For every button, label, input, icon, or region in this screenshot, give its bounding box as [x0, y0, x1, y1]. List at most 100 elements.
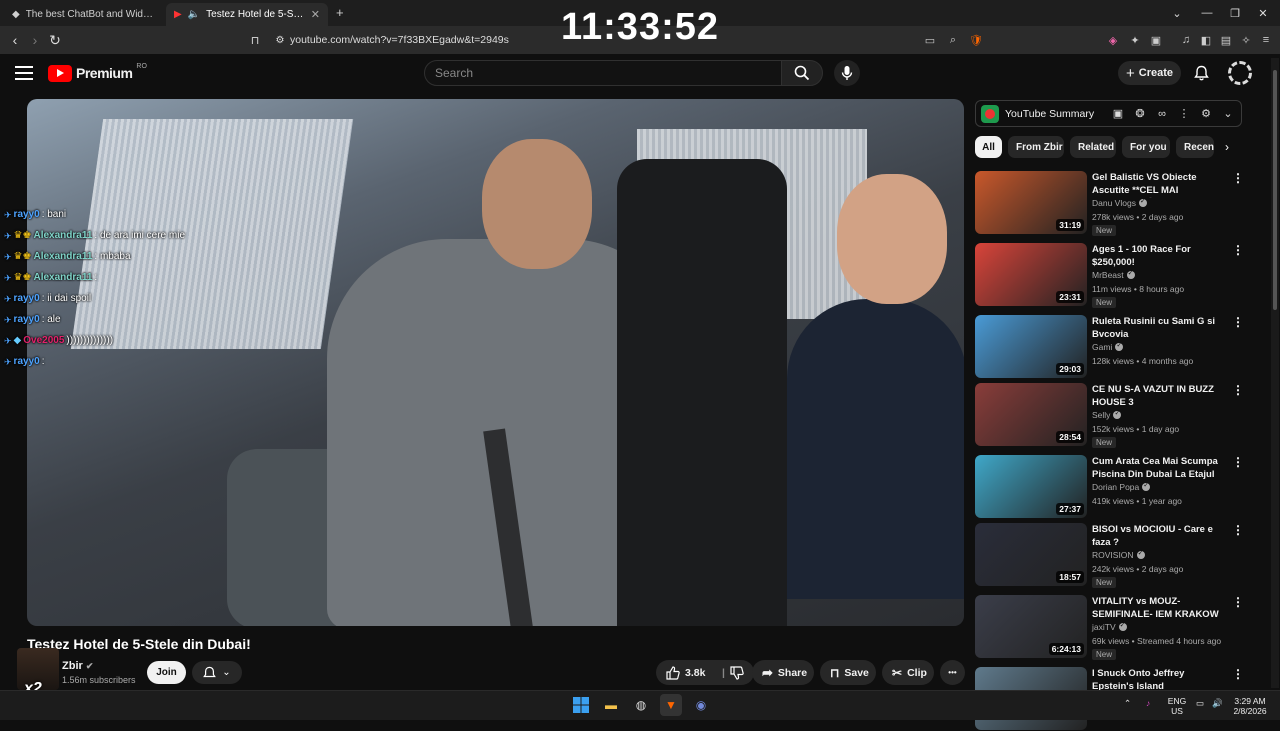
- video-thumbnail[interactable]: 18:57: [975, 523, 1087, 586]
- recommendation-title[interactable]: Cum Arata Cea Mai Scumpa Piscina Din Dub…: [1092, 455, 1222, 482]
- maximize-button[interactable]: ❐: [1220, 2, 1250, 24]
- search-input[interactable]: Search: [424, 60, 782, 86]
- recommendation-channel[interactable]: Selly: [1092, 409, 1122, 420]
- recommendation-title[interactable]: Gel Balistic VS Obiecte Ascutite **CEL M…: [1092, 171, 1222, 198]
- wallet-icon[interactable]: ▤: [1218, 32, 1234, 48]
- recommendation-channel[interactable]: Dorian Popa: [1092, 481, 1151, 492]
- chip-recent[interactable]: Recen: [1176, 136, 1214, 158]
- back-icon[interactable]: ‹: [5, 30, 25, 50]
- robot-icon[interactable]: ▣: [1110, 107, 1126, 120]
- channel-name[interactable]: Zbir ✔: [62, 660, 93, 672]
- reload-icon[interactable]: ↻: [45, 30, 65, 50]
- app-icon[interactable]: ◍: [630, 694, 652, 716]
- brave-shield-icon[interactable]: 🛡: [968, 32, 984, 48]
- menu-icon[interactable]: ≡: [1258, 32, 1274, 48]
- recommendation-title[interactable]: Ruleta Rusinii cu Sami G si Bvcovia: [1092, 315, 1222, 341]
- video-thumbnail[interactable]: 28:54: [975, 383, 1087, 446]
- recommendation-channel[interactable]: Gami: [1092, 341, 1124, 352]
- recommendation-channel[interactable]: ROVISION: [1092, 549, 1145, 560]
- recommendation-item[interactable]: 29:03 Ruleta Rusinii cu Sami G si Bvcovia…: [975, 315, 1245, 379]
- close-window-button[interactable]: ✕: [1248, 2, 1278, 24]
- screenshot-icon[interactable]: ▣: [1148, 32, 1164, 48]
- more-options-icon[interactable]: ⋮: [1232, 315, 1244, 329]
- extensions-icon[interactable]: ✦: [1127, 32, 1143, 48]
- clock-tray[interactable]: 3:29 AM 2/8/2026: [1228, 696, 1272, 716]
- chevron-right-icon[interactable]: ›: [1220, 139, 1234, 155]
- recommendation-item[interactable]: 31:19 Gel Balistic VS Obiecte Ascutite **…: [975, 171, 1245, 236]
- like-button[interactable]: 3.8k |: [656, 660, 754, 685]
- recommendation-item[interactable]: 27:37 Cum Arata Cea Mai Scumpa Piscina Di…: [975, 455, 1245, 519]
- discord-icon[interactable]: ◉: [690, 694, 712, 716]
- forward-icon[interactable]: ›: [25, 30, 45, 50]
- more-options-icon[interactable]: ⋮: [1232, 383, 1244, 397]
- page-scrollbar[interactable]: [1271, 58, 1279, 688]
- language-indicator[interactable]: ENG US: [1166, 696, 1188, 716]
- chip-from-channel[interactable]: From Zbir: [1008, 136, 1064, 158]
- recommendation-item[interactable]: 18:57 BISOI vs MOCIOIU - Care e faza ? ROV…: [975, 523, 1245, 588]
- recommendation-title[interactable]: BISOI vs MOCIOIU - Care e faza ?: [1092, 523, 1222, 549]
- windows-start-icon[interactable]: [570, 694, 592, 716]
- recommendation-item[interactable]: 28:54 CE NU S-A VAZUT IN BUZZ HOUSE 3 Sell…: [975, 383, 1245, 448]
- bookmark-icon[interactable]: ⊓: [245, 30, 265, 50]
- close-tab-icon[interactable]: ✕: [311, 8, 320, 21]
- video-thumbnail[interactable]: 29:03: [975, 315, 1087, 378]
- recommendation-title[interactable]: Ages 1 - 100 Race For $250,000!: [1092, 243, 1222, 269]
- network-icon[interactable]: ▭: [1196, 698, 1204, 708]
- more-options-icon[interactable]: ⋮: [1232, 595, 1244, 609]
- zoom-icon[interactable]: ⌕: [945, 32, 961, 48]
- volume-icon[interactable]: 🔊: [1212, 698, 1223, 708]
- notifications-button[interactable]: [1190, 62, 1212, 84]
- create-button[interactable]: + Create: [1118, 61, 1181, 85]
- browser-tab-active[interactable]: ▶ 🔈 Testez Hotel de 5-Stele din D ✕: [166, 3, 328, 26]
- new-tab-button[interactable]: +: [336, 5, 344, 20]
- chevron-down-icon[interactable]: ⌄: [1220, 107, 1236, 120]
- more-actions-button[interactable]: •••: [940, 660, 965, 685]
- recommendation-channel[interactable]: Danu Vlogs: [1092, 197, 1147, 208]
- clip-button[interactable]: ✂ Clip: [882, 660, 934, 685]
- subscribed-notifications-button[interactable]: ⌄: [192, 661, 242, 684]
- voice-search-button[interactable]: [834, 60, 860, 86]
- more-options-icon[interactable]: ⋮: [1232, 667, 1244, 681]
- tray-app-icon[interactable]: ♪: [1146, 698, 1150, 708]
- recommendation-title[interactable]: CE NU S-A VAZUT IN BUZZ HOUSE 3: [1092, 383, 1222, 409]
- audio-wave-icon[interactable]: ⋮: [1176, 107, 1192, 120]
- sidebar-icon[interactable]: ◧: [1198, 32, 1214, 48]
- video-thumbnail[interactable]: 23:31: [975, 243, 1087, 306]
- more-options-icon[interactable]: ⋮: [1232, 455, 1244, 469]
- recommendation-item[interactable]: 23:31 Ages 1 - 100 Race For $250,000! MrBe…: [975, 243, 1245, 308]
- site-settings-icon[interactable]: ⚙: [270, 30, 290, 50]
- youtube-summary-panel[interactable]: YouTube Summary ▣ ❂ ∞ ⋮ ⚙ ⌄: [975, 100, 1242, 127]
- more-options-icon[interactable]: ⋮: [1232, 243, 1244, 257]
- youtube-premium-logo[interactable]: Premium RO: [48, 63, 147, 82]
- more-options-icon[interactable]: ⋮: [1232, 523, 1244, 537]
- openai-icon[interactable]: ❂: [1132, 107, 1148, 120]
- video-thumbnail[interactable]: 27:37: [975, 455, 1087, 518]
- scrollbar-thumb[interactable]: [1273, 70, 1277, 310]
- hamburger-menu-icon[interactable]: [14, 64, 34, 82]
- chip-for-you[interactable]: For you: [1122, 136, 1170, 158]
- settings-gear-icon[interactable]: ⚙: [1198, 107, 1214, 120]
- join-button[interactable]: Join: [147, 661, 186, 684]
- browser-tab[interactable]: ◆ The best ChatBot and Widgets for Ki: [4, 3, 162, 26]
- brave-browser-icon[interactable]: ▼: [660, 694, 682, 716]
- minimize-button[interactable]: —: [1192, 2, 1222, 24]
- file-explorer-icon[interactable]: ▬: [600, 694, 622, 716]
- media-icon[interactable]: ♫: [1178, 32, 1194, 48]
- extension-shield-icon[interactable]: ◈: [1105, 32, 1121, 48]
- video-thumbnail[interactable]: 6:24:13: [975, 595, 1087, 658]
- chip-all[interactable]: All: [975, 136, 1002, 158]
- glasses-icon[interactable]: ∞: [1154, 108, 1170, 120]
- save-button[interactable]: ⊓ Save: [820, 660, 876, 685]
- more-options-icon[interactable]: ⋮: [1232, 171, 1244, 185]
- leo-icon[interactable]: ✧: [1238, 32, 1254, 48]
- chip-related[interactable]: Related: [1070, 136, 1116, 158]
- video-thumbnail[interactable]: 31:19: [975, 171, 1087, 234]
- recommendation-channel[interactable]: MrBeast: [1092, 269, 1135, 280]
- cast-icon[interactable]: ▭: [922, 32, 938, 48]
- account-avatar[interactable]: [1228, 61, 1252, 85]
- share-button[interactable]: ➦ Share: [752, 660, 814, 685]
- recommendation-title[interactable]: VITALITY vs MOUZ- SEMIFINALE- IEM KRAKOW…: [1092, 595, 1222, 622]
- search-button[interactable]: [781, 60, 823, 86]
- recommendation-channel[interactable]: jaxiTV: [1092, 621, 1127, 632]
- tray-overflow-icon[interactable]: ⌃: [1124, 698, 1131, 708]
